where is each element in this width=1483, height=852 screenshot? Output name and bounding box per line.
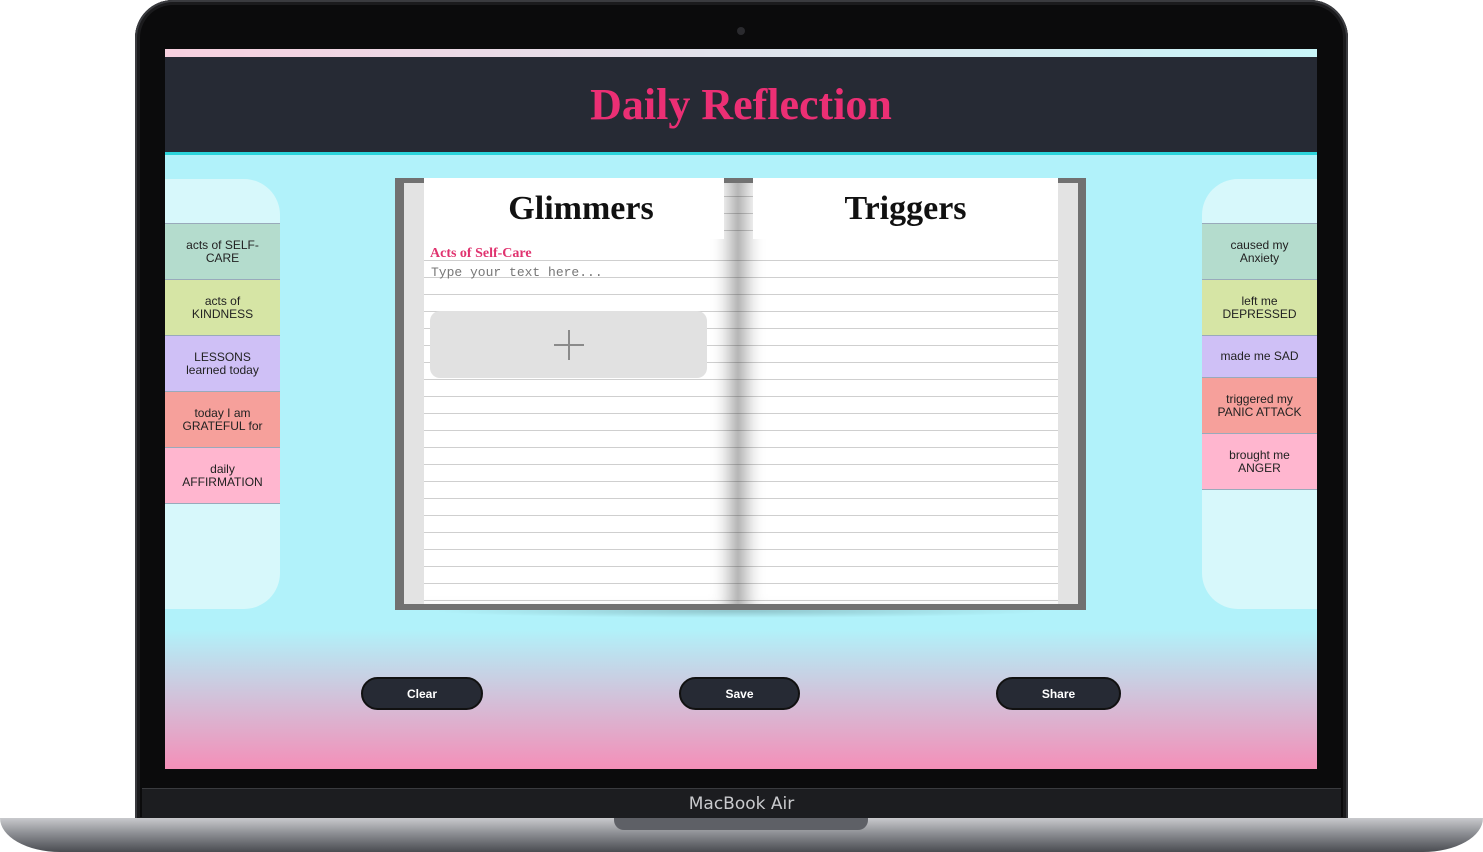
tab-label-line1: caused my bbox=[1230, 237, 1289, 252]
sidebar-item-affirmation[interactable]: daily AFFIRMATION bbox=[165, 447, 280, 504]
share-button[interactable]: Share bbox=[996, 677, 1121, 710]
app-header: Daily Reflection bbox=[165, 57, 1317, 155]
entry-text-input[interactable] bbox=[429, 263, 723, 281]
tab-label-line2: AFFIRMATION bbox=[182, 474, 263, 489]
tab-label-line2: PANIC ATTACK bbox=[1217, 404, 1302, 419]
page-title: Daily Reflection bbox=[590, 80, 892, 129]
plus-icon bbox=[553, 329, 584, 360]
page-edge bbox=[404, 183, 424, 604]
sidebar-item-panic-attack[interactable]: triggered my PANIC ATTACK bbox=[1202, 377, 1317, 434]
sidebar-item-sad[interactable]: made me SAD bbox=[1202, 335, 1317, 378]
sidebar-item-grateful[interactable]: today I am GRATEFUL for bbox=[165, 391, 280, 448]
right-sidebar: caused my Anxiety left me DEPRESSED made m… bbox=[1202, 179, 1317, 609]
add-entry-button[interactable] bbox=[430, 311, 707, 378]
tab-label-line1: triggered my bbox=[1226, 391, 1293, 406]
device-brand-label: MacBook Air bbox=[688, 794, 795, 814]
app-screen: Daily Reflection acts of SELF- CARE acts … bbox=[165, 49, 1317, 769]
tab-label-line2: GRATEFUL for bbox=[182, 418, 263, 433]
triggers-page bbox=[738, 183, 1078, 604]
sidebar-item-self-care[interactable]: acts of SELF- CARE bbox=[165, 223, 280, 280]
tab-label-line1: left me bbox=[1241, 293, 1278, 308]
tab-label-line1: acts of bbox=[204, 293, 241, 308]
sidebar-item-kindness[interactable]: acts of KINDNESS bbox=[165, 279, 280, 336]
top-strip bbox=[165, 49, 1317, 57]
sidebar-item-anxiety[interactable]: caused my Anxiety bbox=[1202, 223, 1317, 280]
section-label: Acts of Self-Care bbox=[430, 246, 532, 261]
triggers-heading: Triggers bbox=[844, 190, 967, 227]
tab-label-line1: brought me bbox=[1229, 447, 1290, 462]
clear-button[interactable]: Clear bbox=[361, 677, 483, 710]
tab-label-line2: ANGER bbox=[1238, 460, 1281, 475]
page-edge bbox=[1058, 183, 1078, 604]
tab-label-line1: daily bbox=[210, 461, 235, 476]
tab-label-line2: CARE bbox=[205, 250, 240, 265]
camera-icon bbox=[737, 27, 745, 35]
tab-label-line1: acts of SELF- bbox=[186, 237, 259, 252]
tab-label-line1: made me SAD bbox=[1220, 349, 1299, 363]
sidebar-item-anger[interactable]: brought me ANGER bbox=[1202, 433, 1317, 490]
tab-label-line2: learned today bbox=[186, 362, 259, 377]
notebook: Glimmers Triggers bbox=[395, 178, 1086, 610]
save-button[interactable]: Save bbox=[679, 677, 800, 710]
sidebar-item-lessons[interactable]: LESSONS learned today bbox=[165, 335, 280, 392]
left-sidebar: acts of SELF- CARE acts of KINDNESS LESSON… bbox=[165, 179, 280, 609]
tab-label-line2: Anxiety bbox=[1239, 250, 1280, 265]
glimmers-heading: Glimmers bbox=[508, 190, 654, 227]
sidebar-item-depressed[interactable]: left me DEPRESSED bbox=[1202, 279, 1317, 336]
laptop-notch bbox=[614, 818, 868, 830]
tab-label-line2: KINDNESS bbox=[191, 306, 254, 321]
tab-label-line1: today I am bbox=[194, 405, 251, 420]
tab-label-line1: LESSONS bbox=[194, 349, 251, 364]
tab-label-line2: DEPRESSED bbox=[1222, 306, 1297, 321]
